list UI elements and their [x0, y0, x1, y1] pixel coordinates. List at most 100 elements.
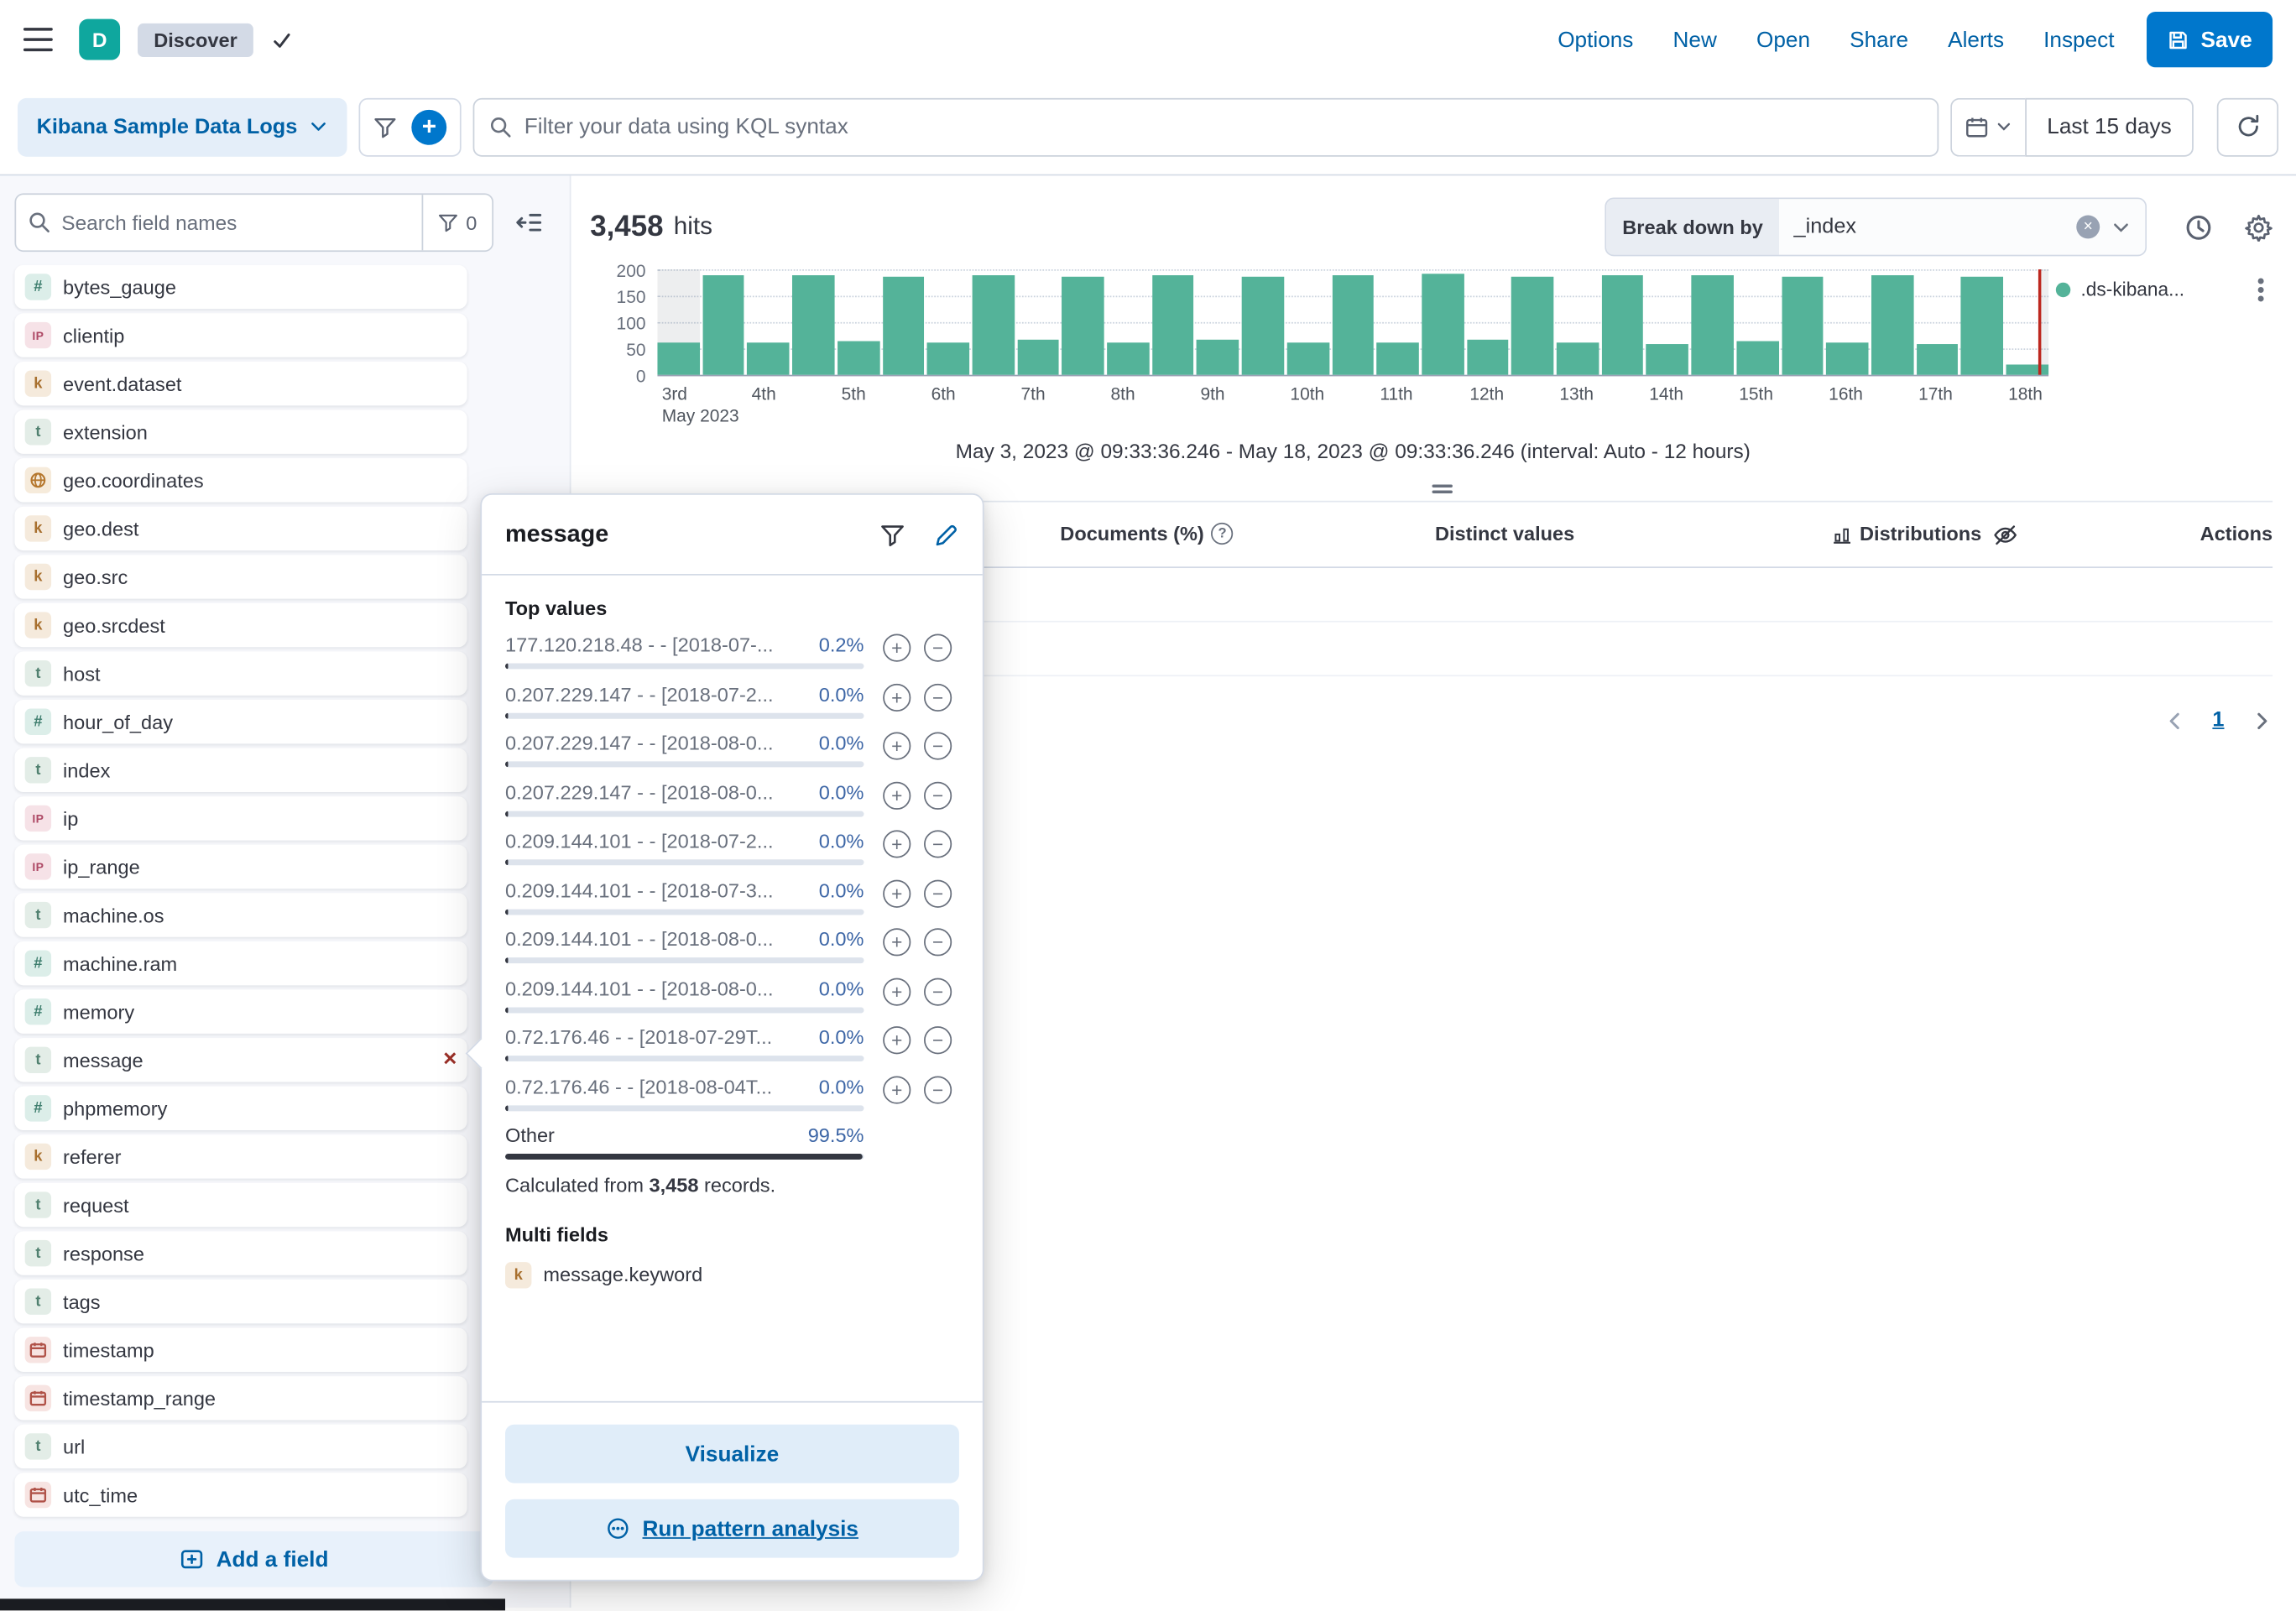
histogram-bar[interactable] — [1377, 343, 1419, 375]
field-item-request[interactable]: trequest — [14, 1183, 467, 1227]
filter-for-value-icon[interactable]: + — [883, 1076, 911, 1103]
filter-out-value-icon[interactable]: − — [924, 634, 952, 662]
field-item-ip_range[interactable]: IPip_range — [14, 845, 467, 889]
histogram-bar[interactable] — [1557, 343, 1599, 375]
histogram-bar[interactable] — [1242, 277, 1284, 375]
filter-for-value-icon[interactable]: + — [883, 978, 911, 1005]
nav-link-share[interactable]: Share — [1850, 27, 1908, 52]
field-item-timestamp[interactable]: timestamp — [14, 1328, 467, 1372]
field-search-box[interactable]: 0 — [14, 193, 493, 252]
top-value-percent[interactable]: 0.0% — [819, 830, 864, 852]
nav-link-options[interactable]: Options — [1558, 27, 1633, 52]
filter-out-value-icon[interactable]: − — [924, 1026, 952, 1054]
refresh-query-button[interactable] — [2217, 97, 2278, 156]
add-filter-button[interactable]: + — [411, 109, 446, 144]
filter-out-value-icon[interactable]: − — [924, 732, 952, 759]
histogram-bar[interactable] — [1332, 274, 1374, 374]
filter-for-value-icon[interactable]: + — [883, 732, 911, 759]
top-value-percent[interactable]: 0.0% — [819, 1076, 864, 1097]
close-icon[interactable]: × — [443, 1048, 457, 1071]
filter-field-icon[interactable] — [880, 522, 905, 547]
field-item-clientip[interactable]: IPclientip — [14, 313, 467, 357]
field-filter-button[interactable]: 0 — [422, 195, 493, 250]
nav-link-open[interactable]: Open — [1756, 27, 1810, 52]
histogram-bar[interactable] — [1826, 343, 1868, 375]
next-page-icon[interactable] — [2251, 709, 2273, 731]
add-field-button[interactable]: Add a field — [14, 1531, 493, 1587]
field-item-response[interactable]: tresponse — [14, 1231, 467, 1275]
breakdown-select[interactable]: _index × — [1779, 199, 2145, 254]
calendar-button[interactable] — [1950, 97, 2025, 156]
histogram-bar[interactable] — [1961, 277, 2003, 375]
filter-for-value-icon[interactable]: + — [883, 1026, 911, 1054]
help-icon[interactable]: ? — [1211, 523, 1233, 545]
filter-out-value-icon[interactable]: − — [924, 1076, 952, 1103]
top-value-percent[interactable]: 0.2% — [819, 634, 864, 656]
histogram-bar[interactable] — [657, 342, 699, 375]
filter-for-value-icon[interactable]: + — [883, 683, 911, 711]
field-item-utc_time[interactable]: utc_time — [14, 1473, 467, 1516]
histogram-bar[interactable] — [838, 341, 879, 375]
filter-out-value-icon[interactable]: − — [924, 781, 952, 809]
top-value-percent[interactable]: 0.0% — [819, 978, 864, 999]
histogram-bar[interactable] — [1602, 274, 1644, 374]
field-item-url[interactable]: turl — [14, 1425, 467, 1468]
top-value-percent[interactable]: 0.0% — [819, 879, 864, 901]
histogram-bar[interactable] — [1917, 344, 1959, 374]
top-value-percent[interactable]: 0.0% — [819, 1026, 864, 1048]
top-value-percent[interactable]: 0.0% — [819, 928, 864, 950]
field-item-phpmemory[interactable]: #phpmemory — [14, 1087, 467, 1130]
histogram-bar[interactable] — [1871, 274, 1913, 374]
field-item-host[interactable]: thost — [14, 651, 467, 695]
histogram-bar[interactable] — [1422, 274, 1464, 375]
chart-time-icon[interactable] — [2184, 213, 2212, 241]
top-value-percent[interactable]: 0.0% — [819, 732, 864, 753]
filter-for-value-icon[interactable]: + — [883, 634, 911, 662]
top-value-percent[interactable]: 0.0% — [819, 781, 864, 803]
field-item-timestamp_range[interactable]: timestamp_range — [14, 1376, 467, 1420]
column-distinct-values[interactable]: Distinct values — [1435, 523, 1574, 545]
nav-link-inspect[interactable]: Inspect — [2043, 27, 2114, 52]
field-item-geo.coordinates[interactable]: geo.coordinates — [14, 458, 467, 502]
filter-for-value-icon[interactable]: + — [883, 830, 911, 858]
top-value-percent[interactable]: 0.0% — [819, 683, 864, 705]
histogram-bar[interactable] — [1511, 277, 1553, 375]
check-icon[interactable] — [271, 29, 293, 50]
histogram-bar[interactable] — [1467, 340, 1509, 374]
filter-out-value-icon[interactable]: − — [924, 830, 952, 858]
page-number[interactable]: 1 — [2212, 709, 2224, 733]
field-item-machine.os[interactable]: tmachine.os — [14, 893, 467, 936]
top-value-percent[interactable]: 99.5% — [808, 1124, 864, 1146]
kql-search-bar[interactable] — [473, 97, 1939, 156]
legend-menu-icon[interactable] — [2258, 286, 2264, 292]
histogram-bar[interactable] — [927, 343, 969, 375]
column-distributions[interactable]: Distributions — [1832, 523, 1981, 545]
histogram-bar[interactable] — [748, 343, 790, 375]
histogram-bar[interactable] — [1782, 277, 1824, 375]
filter-out-value-icon[interactable]: − — [924, 978, 952, 1005]
histogram-bar[interactable] — [1107, 343, 1149, 375]
save-button[interactable]: Save — [2147, 12, 2273, 67]
column-documents[interactable]: Documents (%) ? — [1060, 523, 1233, 545]
field-item-geo.src[interactable]: kgeo.src — [14, 555, 467, 598]
field-item-index[interactable]: tindex — [14, 748, 467, 792]
histogram-bar[interactable] — [1736, 341, 1778, 375]
histogram-bar[interactable] — [882, 277, 924, 375]
multi-field-item[interactable]: k message.keyword — [505, 1261, 959, 1287]
legend-series-label[interactable]: .ds-kibana... — [2081, 279, 2239, 300]
nav-link-alerts[interactable]: Alerts — [1948, 27, 2004, 52]
kql-input[interactable] — [524, 114, 1923, 139]
field-item-hour_of_day[interactable]: #hour_of_day — [14, 700, 467, 743]
filter-out-value-icon[interactable]: − — [924, 683, 952, 711]
field-item-bytes_gauge[interactable]: #bytes_gauge — [14, 265, 467, 309]
clear-breakdown-icon[interactable]: × — [2076, 216, 2100, 239]
run-pattern-analysis-button[interactable]: Run pattern analysis — [505, 1499, 959, 1558]
deployment-logo[interactable]: D — [79, 19, 120, 60]
field-item-tags[interactable]: ttags — [14, 1280, 467, 1323]
filter-for-value-icon[interactable]: + — [883, 928, 911, 956]
histogram-bar[interactable] — [1197, 339, 1239, 375]
menu-icon[interactable] — [23, 28, 53, 51]
field-item-memory[interactable]: #memory — [14, 990, 467, 1034]
app-title-chip[interactable]: Discover — [138, 23, 253, 56]
data-view-picker[interactable]: Kibana Sample Data Logs — [18, 97, 347, 156]
